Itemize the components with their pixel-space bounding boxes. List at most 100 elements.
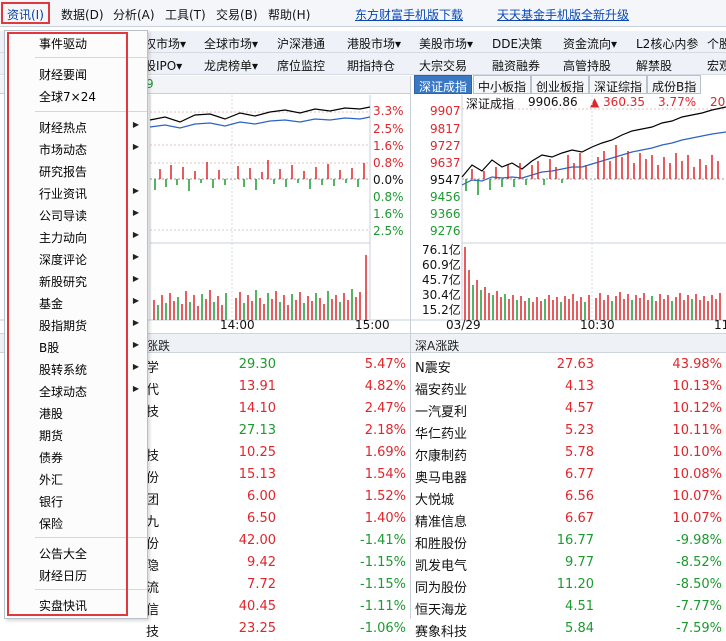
tab-market[interactable]: 权市场▾ xyxy=(144,35,186,52)
cell-price: 14.10 xyxy=(238,401,276,416)
menu-item-insurance[interactable]: 保险 xyxy=(5,511,147,533)
right-price-label: 9637 xyxy=(430,156,461,170)
menu-item-finance-calendar[interactable]: 财经日历 xyxy=(5,563,147,585)
menu-item-banking[interactable]: 银行 xyxy=(5,489,147,511)
menu-item-main-force[interactable]: 主力动向 ▶ xyxy=(5,225,147,247)
menu-item-research-reports[interactable]: 研究报告 xyxy=(5,159,147,181)
table-row[interactable]: 技 23.25 -1.06% xyxy=(0,619,410,641)
tab-shenzhen-component[interactable]: 深证成指 xyxy=(414,75,473,94)
table-row[interactable]: 凯发电气 9.77 -8.52% xyxy=(411,553,726,575)
table-row[interactable]: 奥马电器 6.77 10.08% xyxy=(411,465,726,487)
tab-chinext-index[interactable]: 创业板指 xyxy=(531,75,590,94)
menu-data[interactable]: 数据(D) xyxy=(61,6,104,23)
table-row[interactable]: 福安药业 4.13 10.13% xyxy=(411,377,726,399)
left-time-label: 15:00 xyxy=(355,318,390,332)
tab-sme-index[interactable]: 中小板指 xyxy=(473,75,532,94)
tab-futures-position[interactable]: 期指持仓 xyxy=(347,57,395,74)
menu-item-hk-stocks[interactable]: 港股 xyxy=(5,401,147,423)
menu-item-neeq[interactable]: 股转系统 ▶ xyxy=(5,357,147,379)
cell-pct: 2.47% xyxy=(364,401,406,416)
cell-price: 6.67 xyxy=(565,511,594,526)
submenu-arrow-icon: ▶ xyxy=(132,340,139,349)
tab-global-market[interactable]: 全球市场▾ xyxy=(204,35,258,52)
menu-item-company-guide[interactable]: 公司导读 ▶ xyxy=(5,203,147,225)
tab-stock[interactable]: 个股 xyxy=(707,35,726,52)
menu-item-event-driven[interactable]: 事件驱动 xyxy=(5,31,147,53)
table-row[interactable]: 一汽夏利 4.57 10.12% xyxy=(411,399,726,421)
cell-pct: -1.15% xyxy=(360,577,406,592)
menu-help[interactable]: 帮助(H) xyxy=(268,6,310,23)
menu-tools[interactable]: 工具(T) xyxy=(165,6,206,23)
tab-hk-market[interactable]: 港股市场▾ xyxy=(347,35,401,52)
cell-price: 9.77 xyxy=(565,555,594,570)
table-row[interactable]: 同为股份 11.20 -8.50% xyxy=(411,575,726,597)
menu-item-b-shares[interactable]: B股 ▶ xyxy=(5,335,147,357)
cell-price: 4.57 xyxy=(565,401,594,416)
table-row[interactable]: 大悦城 6.56 10.07% xyxy=(411,487,726,509)
menu-item-hot-topics[interactable]: 财经热点 ▶ xyxy=(5,115,147,137)
table-row[interactable]: 和胜股份 16.77 -9.98% xyxy=(411,531,726,553)
menu-item-announcements[interactable]: 公告大全 xyxy=(5,541,147,563)
tab-fund-flow[interactable]: 资金流向▾ xyxy=(563,35,617,52)
tab-block-trade[interactable]: 大宗交易 xyxy=(419,57,467,74)
menu-item-forex[interactable]: 外汇 xyxy=(5,467,147,489)
menu-item-in-depth[interactable]: 深度评论 ▶ xyxy=(5,247,147,269)
tab-seat-monitor[interactable]: 席位监控 xyxy=(277,57,325,74)
table-row[interactable]: 精准信息 6.67 10.07% xyxy=(411,509,726,531)
mobile-download-link[interactable]: 东方财富手机版下载 xyxy=(355,6,463,23)
top-menu-bar: 资讯(I) 数据(D) 分析(A) 工具(T) 交易(B) 帮助(H) 东方财富… xyxy=(0,0,726,27)
menu-item-index-futures[interactable]: 股指期货 ▶ xyxy=(5,313,147,335)
tab-connect[interactable]: 沪深港通 xyxy=(277,35,325,52)
tab-us-market[interactable]: 美股市场▾ xyxy=(419,35,473,52)
menu-item-global-dynamics[interactable]: 全球动态 ▶ xyxy=(5,379,147,401)
tab-macro[interactable]: 宏观 xyxy=(707,57,726,74)
tab-unlock[interactable]: 解禁股 xyxy=(636,57,672,74)
menu-trade[interactable]: 交易(B) xyxy=(216,6,258,23)
menu-item-futures[interactable]: 期货 xyxy=(5,423,147,445)
cell-price: 15.13 xyxy=(238,467,276,482)
menu-analysis[interactable]: 分析(A) xyxy=(113,6,155,23)
cell-price: 29.30 xyxy=(238,357,276,372)
cell-name: 尔康制药 xyxy=(415,449,468,464)
tab-dragon-tiger[interactable]: 龙虎榜单▾ xyxy=(204,57,258,74)
table-row[interactable]: 恒天海龙 4.51 -7.77% xyxy=(411,597,726,619)
table-row[interactable]: 赛象科技 5.84 -7.59% xyxy=(411,619,726,641)
tab-margin[interactable]: 融资融券 xyxy=(492,57,540,74)
cell-pct: -8.52% xyxy=(676,555,722,570)
submenu-arrow-icon: ▶ xyxy=(132,208,139,217)
cell-price: 6.56 xyxy=(565,489,594,504)
menu-item-global-7x24[interactable]: 全球7×24 xyxy=(5,84,147,106)
cell-price: 5.84 xyxy=(565,621,594,636)
cell-price: 6.00 xyxy=(247,489,276,504)
menu-item-live-news[interactable]: 实盘快讯 xyxy=(5,593,147,615)
right-price-label: 9276 xyxy=(430,224,461,238)
table-row[interactable]: N震安 27.63 43.98% xyxy=(411,355,726,377)
menu-item-market-dynamics[interactable]: 市场动态 ▶ xyxy=(5,137,147,159)
tab-b-share-index[interactable]: 成份B指 xyxy=(647,75,702,94)
cell-pct: -1.41% xyxy=(360,533,406,548)
menu-item-bonds[interactable]: 债券 xyxy=(5,445,147,467)
right-time-label: 03/29 xyxy=(446,318,481,332)
cell-name: 华仁药业 xyxy=(415,427,468,442)
cell-name: 赛象科技 xyxy=(415,625,468,640)
menu-item-ipo-research[interactable]: 新股研究 ▶ xyxy=(5,269,147,291)
cell-name: 和胜股份 xyxy=(415,537,468,552)
cell-pct: 1.40% xyxy=(364,511,406,526)
table-row[interactable]: 华仁药业 5.23 10.11% xyxy=(411,421,726,443)
tab-dde[interactable]: DDE决策 xyxy=(492,35,542,52)
cell-price: 27.63 xyxy=(556,357,594,372)
cell-pct: 1.69% xyxy=(364,445,406,460)
tab-ipo[interactable]: 股IPO▾ xyxy=(144,57,182,74)
fund-mobile-link[interactable]: 天天基金手机版全新升级 xyxy=(497,6,629,23)
table-row[interactable]: 尔康制药 5.78 10.10% xyxy=(411,443,726,465)
tab-sz-composite[interactable]: 深证综指 xyxy=(589,75,648,94)
menu-item-fund[interactable]: 基金 ▶ xyxy=(5,291,147,313)
submenu-arrow-icon: ▶ xyxy=(132,296,139,305)
cell-price: 9.42 xyxy=(247,555,276,570)
menu-item-industry-news[interactable]: 行业资讯 ▶ xyxy=(5,181,147,203)
menu-item-finance-news[interactable]: 财经要闻 xyxy=(5,62,147,84)
tab-exec-holdings[interactable]: 高管持股 xyxy=(563,57,611,74)
tab-l2-core[interactable]: L2核心内参 xyxy=(636,35,698,52)
cell-name: 福安药业 xyxy=(415,383,468,398)
left-axis-label: 1.6% xyxy=(373,207,404,221)
